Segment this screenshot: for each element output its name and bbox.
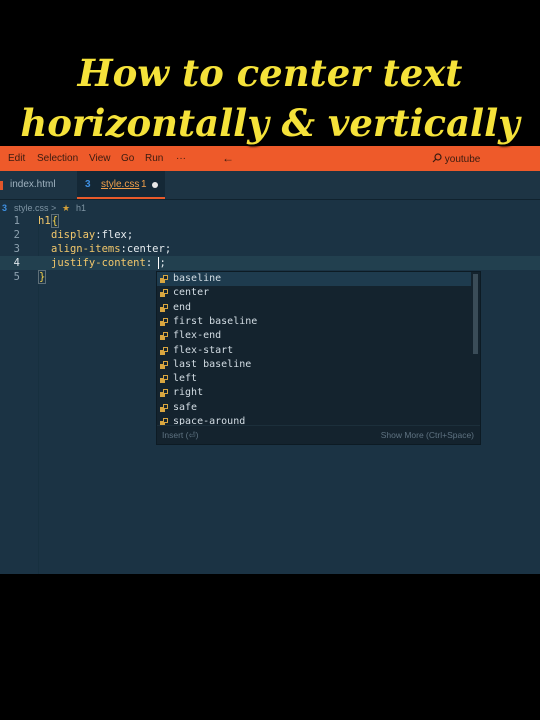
unsaved-dot-icon[interactable] bbox=[152, 182, 158, 188]
menu-edit[interactable]: Edit bbox=[8, 153, 25, 164]
line-number: 3 bbox=[13, 243, 20, 255]
insert-hint[interactable]: Insert (⏎) bbox=[162, 426, 198, 444]
suggestion-label: first baseline bbox=[173, 315, 258, 327]
css-property: justify-content bbox=[51, 257, 146, 269]
menu-more[interactable]: ··· bbox=[176, 153, 186, 164]
open-brace: { bbox=[50, 214, 59, 228]
suggestion-item[interactable]: flex-end bbox=[157, 329, 471, 343]
css-file-icon: 3 bbox=[85, 179, 91, 190]
code-line-active[interactable]: 4 justify-content: ; bbox=[0, 256, 540, 270]
tab-label: index.html bbox=[10, 179, 56, 190]
back-arrow-icon[interactable]: ← bbox=[222, 151, 234, 165]
suggestion-item[interactable]: flex-start bbox=[157, 344, 471, 358]
suggestion-item[interactable]: end bbox=[157, 301, 471, 315]
line-number: 5 bbox=[13, 271, 20, 283]
line-content: display:flex; bbox=[51, 228, 133, 242]
suggestion-label: end bbox=[173, 301, 192, 313]
semicolon: ; bbox=[159, 257, 166, 269]
title-line-1: How to center text bbox=[77, 51, 463, 95]
close-brace: } bbox=[38, 270, 47, 284]
line-content: align-items:center; bbox=[51, 242, 171, 256]
suggestion-scrollbar[interactable] bbox=[473, 274, 478, 354]
suggestion-item[interactable]: safe bbox=[157, 401, 471, 415]
suggestion-label: center bbox=[173, 287, 210, 299]
html-file-icon bbox=[0, 181, 3, 190]
command-search-box[interactable]: youtube bbox=[432, 153, 480, 165]
suggestion-item[interactable]: right bbox=[157, 386, 471, 400]
line-content: } bbox=[38, 270, 47, 284]
enum-value-icon bbox=[160, 332, 168, 341]
css-value: center bbox=[126, 243, 165, 255]
show-more-hint[interactable]: Show More (Ctrl+Space) bbox=[381, 426, 474, 444]
suggestion-label: flex-end bbox=[173, 330, 222, 342]
editor-tab-bar: index.html 3 style.css 1 bbox=[0, 171, 540, 200]
css-selector: h1 bbox=[38, 215, 51, 227]
suggestion-label: left bbox=[173, 373, 198, 385]
menu-run[interactable]: Run bbox=[145, 153, 163, 164]
enum-value-icon bbox=[160, 303, 168, 312]
suggestion-label: last baseline bbox=[173, 358, 252, 370]
suggestion-footer: Insert (⏎) Show More (Ctrl+Space) bbox=[157, 425, 480, 444]
suggestion-label: right bbox=[173, 387, 204, 399]
menu-go[interactable]: Go bbox=[121, 153, 134, 164]
suggestion-item[interactable]: last baseline bbox=[157, 358, 471, 372]
line-number: 2 bbox=[13, 229, 20, 241]
line-number: 1 bbox=[13, 215, 20, 227]
tab-style-css[interactable]: 3 style.css 1 bbox=[77, 171, 165, 199]
enum-value-icon bbox=[160, 389, 168, 398]
line-number: 4 bbox=[13, 257, 20, 269]
enum-value-icon bbox=[160, 403, 168, 412]
enum-value-icon bbox=[160, 275, 168, 283]
semicolon: ; bbox=[164, 243, 172, 255]
line-content: justify-content: ; bbox=[51, 256, 166, 270]
search-icon bbox=[432, 153, 442, 163]
problem-count-badge: 1 bbox=[141, 179, 147, 190]
code-line[interactable]: 2 display:flex; bbox=[0, 228, 540, 242]
tab-index-html[interactable]: index.html bbox=[0, 171, 76, 199]
suggestion-item[interactable]: left bbox=[157, 372, 471, 386]
enum-value-icon bbox=[160, 317, 168, 326]
suggestion-item[interactable]: center bbox=[157, 286, 471, 300]
search-text: youtube bbox=[444, 154, 481, 165]
code-line[interactable]: 1 h1{ bbox=[0, 214, 540, 228]
tab-label: style.css bbox=[101, 179, 140, 190]
suggestion-label: safe bbox=[173, 401, 198, 413]
video-title-overlay: How to center text horizontally & vertic… bbox=[0, 48, 540, 148]
suggestion-label: baseline bbox=[173, 273, 222, 284]
css-value: flex bbox=[101, 229, 127, 241]
enum-value-icon bbox=[160, 375, 168, 384]
enum-value-icon bbox=[160, 289, 168, 298]
css-property: align-items bbox=[51, 243, 121, 255]
autocomplete-suggestion-widget[interactable]: baseline center end first baseline flex-end f… bbox=[156, 271, 481, 445]
title-line-2: horizontally & vertically bbox=[20, 101, 520, 145]
enum-value-icon bbox=[160, 346, 168, 355]
menu-selection[interactable]: Selection bbox=[37, 153, 78, 164]
line-content: h1{ bbox=[38, 214, 59, 228]
suggestion-item[interactable]: first baseline bbox=[157, 315, 471, 329]
menu-bar: Edit Selection View Go Run ··· ← youtube bbox=[0, 146, 540, 171]
enum-value-icon bbox=[160, 360, 168, 369]
suggestion-item[interactable]: baseline bbox=[157, 272, 471, 286]
css-property: display bbox=[51, 229, 96, 241]
menu-view[interactable]: View bbox=[89, 153, 111, 164]
semicolon: ; bbox=[126, 229, 134, 241]
suggestion-label: flex-start bbox=[173, 344, 234, 356]
code-editor-window: Edit Selection View Go Run ··· ← youtube… bbox=[0, 146, 540, 574]
code-line[interactable]: 3 align-items:center; bbox=[0, 242, 540, 256]
